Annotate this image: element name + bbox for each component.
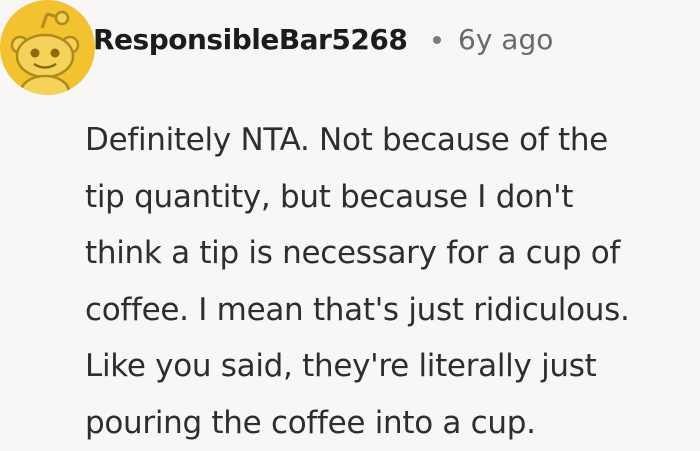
dot-separator-icon: [433, 36, 441, 44]
reddit-snoo-avatar-icon: [10, 10, 80, 95]
author-username[interactable]: ResponsibleBar5268: [93, 23, 408, 56]
avatar[interactable]: [0, 0, 95, 95]
comment-body: Definitely NTA. Not because of the tip q…: [85, 122, 630, 441]
comment-header: ResponsibleBar5268 6y ago: [0, 0, 700, 110]
comment: ResponsibleBar5268 6y ago Definitely NTA…: [0, 0, 700, 447]
comment-timestamp: 6y ago: [458, 23, 554, 56]
